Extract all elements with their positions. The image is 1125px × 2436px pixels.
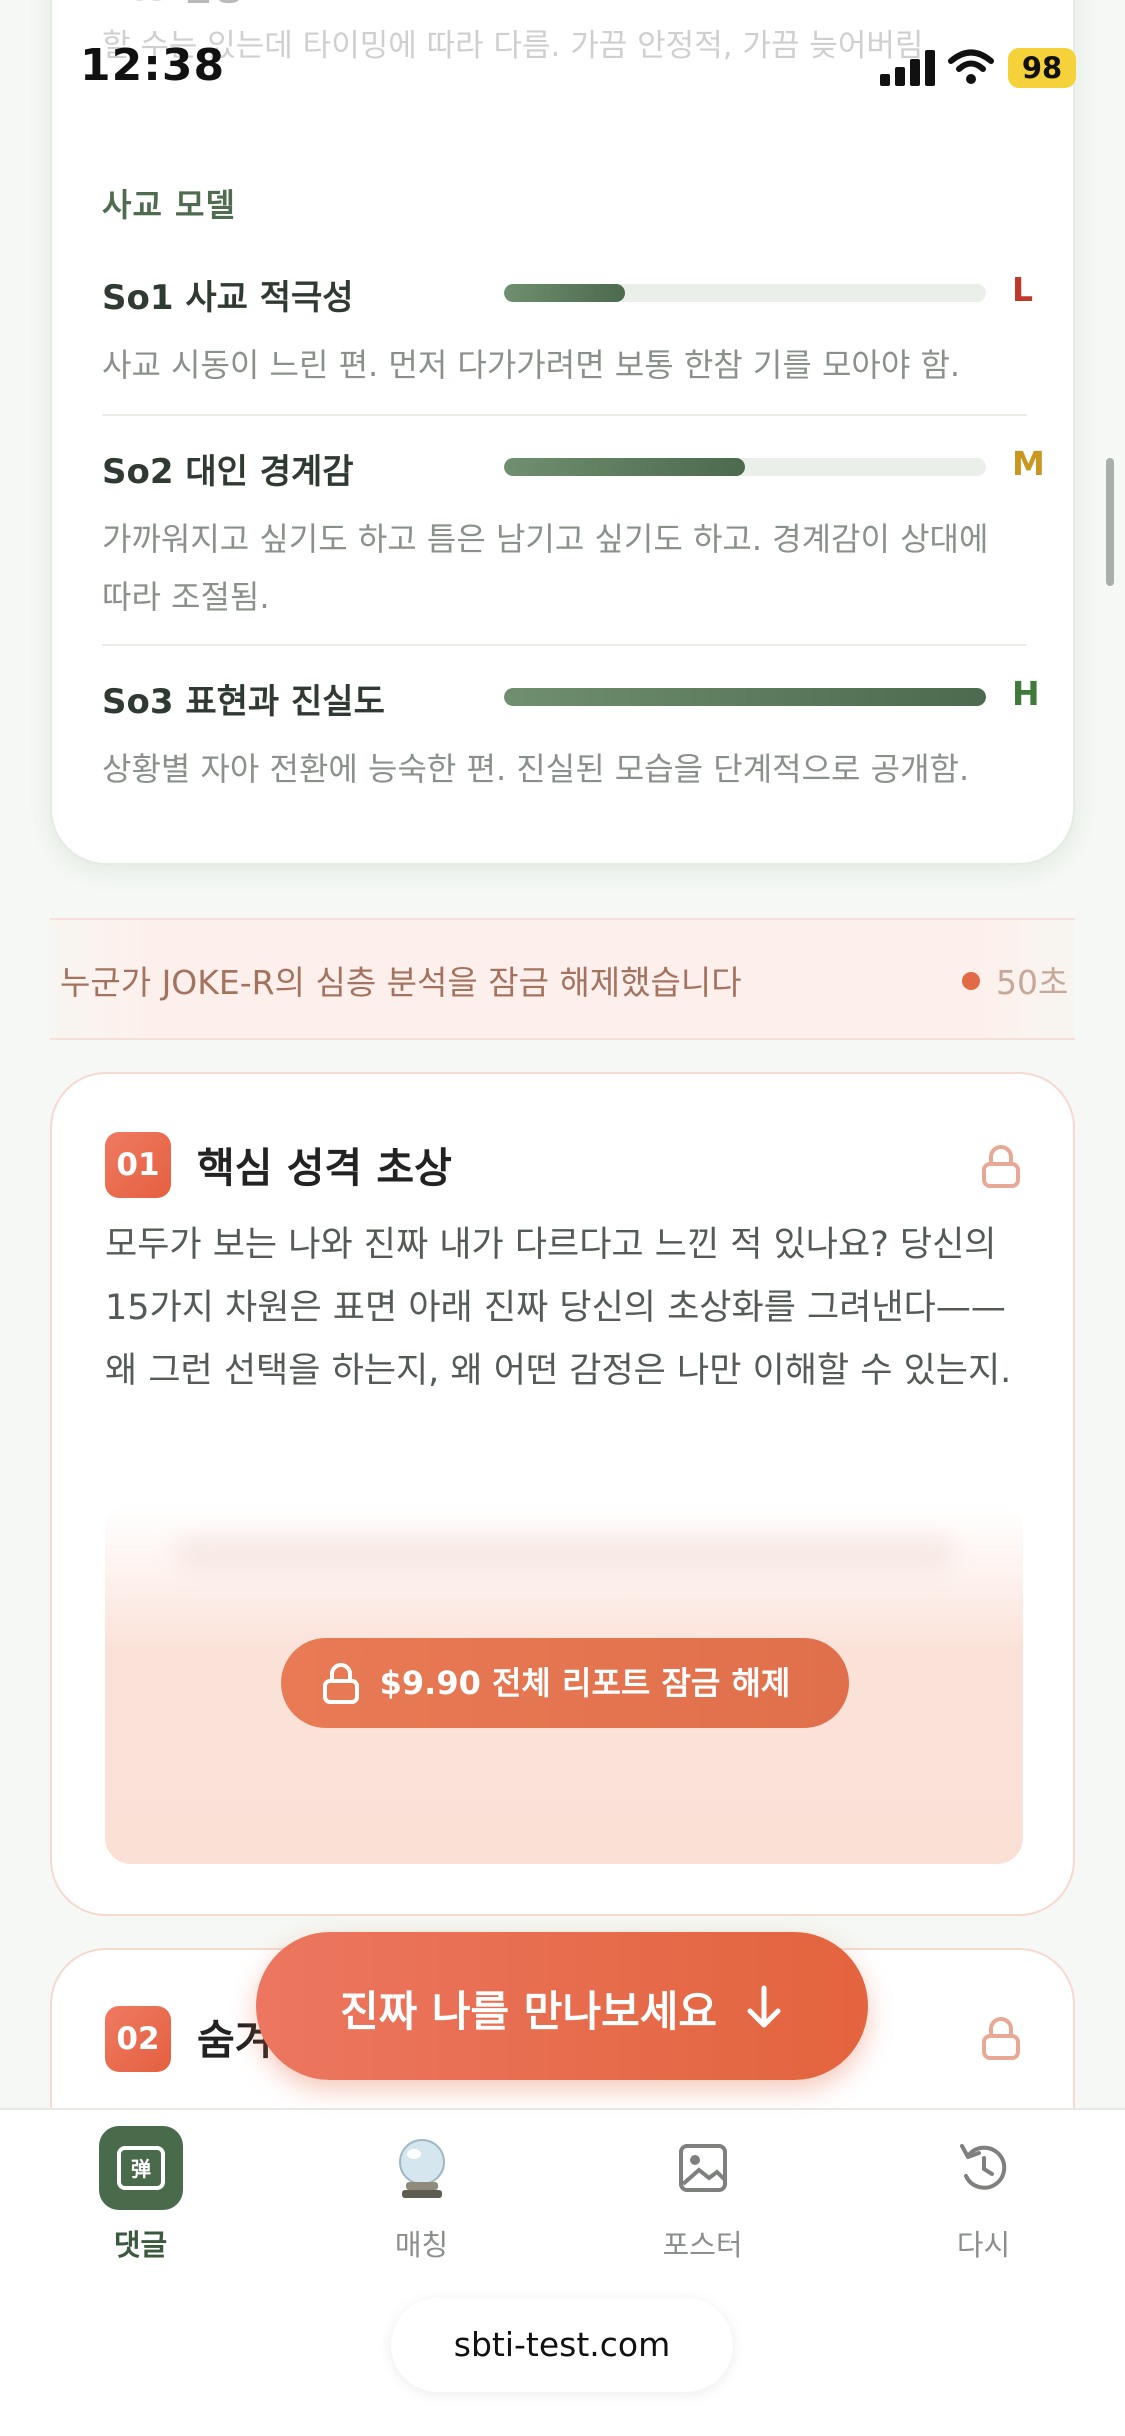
card-title: 핵심 성격 초상	[197, 1144, 452, 1192]
dimension-bar	[504, 688, 986, 706]
ticker-text: 누군가 JOKE-R의 심층 분석을 잠금 해제했습니다	[60, 963, 742, 1002]
meet-real-me-button[interactable]: 진짜 나를 만나보세요	[256, 1932, 868, 2080]
unlock-button-label: $9.90 전체 리포트 잠금 해제	[379, 1664, 791, 1702]
unlock-ticker: 누군가 JOKE-R의 심층 분석을 잠금 해제했습니다 50초	[50, 918, 1075, 1040]
dimension-desc: 가까워지고 싶기도 하고 틈은 남기고 싶기도 하고. 경계감이 상대에 따라 …	[102, 520, 989, 616]
ticker-time: 50초	[996, 963, 1069, 1002]
dimension-bar-fill	[504, 284, 625, 302]
crystal-ball-icon	[380, 2126, 464, 2210]
locked-content-preview: $9.90 전체 리포트 잠금 해제	[105, 1504, 1023, 1864]
retry-icon	[942, 2126, 1026, 2210]
arrow-down-icon	[747, 1985, 781, 2028]
section-title: 사교 모델	[102, 186, 236, 224]
nav-label: 매칭	[394, 2228, 449, 2262]
dimension-bar	[504, 284, 986, 302]
dimension-level: H	[1012, 674, 1040, 713]
cta-label: 진짜 나를 만나보세요	[340, 1987, 718, 2036]
lock-icon	[982, 1145, 1020, 1188]
lock-icon	[982, 2017, 1020, 2060]
dimension-level: L	[1012, 270, 1034, 309]
divider	[102, 414, 1027, 416]
wifi-icon	[948, 49, 994, 84]
unlock-report-button[interactable]: $9.90 전체 리포트 잠금 해제	[281, 1638, 849, 1728]
ticker-dot	[962, 972, 980, 990]
nav-label: 댓글	[113, 2228, 168, 2262]
site-domain[interactable]: sbti-test.com	[391, 2298, 733, 2392]
dimension-name: So2 대인 경계감	[102, 452, 354, 492]
comment-icon: 弹	[99, 2126, 183, 2210]
dimension-desc: 상황별 자아 전환에 능숙한 편. 진실된 모습을 단계적으로 공개함.	[102, 750, 970, 788]
nav-item-matching[interactable]: 매칭	[281, 2110, 562, 2262]
status-bar: 12:38 98	[0, 0, 1125, 130]
dimension-name: So3 표현과 진실도	[102, 682, 385, 722]
dimension-bar-fill	[504, 458, 745, 476]
nav-label: 포스터	[662, 2228, 743, 2262]
section-number-badge: 01	[105, 1132, 171, 1198]
nav-label: 다시	[956, 2228, 1011, 2262]
section-number-badge: 02	[105, 2006, 171, 2072]
card-text: 모두가 보는 나와 진짜 내가 다르다고 느낀 적 있나요? 당신의 15가지 …	[105, 1225, 1012, 1391]
dimension-bar-fill	[504, 688, 986, 706]
dimension-desc: 사교 시동이 느린 편. 먼저 다가가려면 보통 한참 기를 모아야 함.	[102, 346, 961, 384]
nav-item-comments[interactable]: 弹 댓글	[0, 2110, 281, 2262]
dimension-bar	[504, 458, 986, 476]
image-icon	[661, 2126, 745, 2210]
nav-item-poster[interactable]: 포스터	[562, 2110, 843, 2262]
dimension-name: So1 사교 적극성	[102, 278, 354, 318]
nav-item-retry[interactable]: 다시	[843, 2110, 1124, 2262]
divider	[102, 644, 1027, 646]
dimension-level: M	[1012, 444, 1045, 483]
blurred-line	[175, 1534, 955, 1570]
comment-icon-glyph: 弹	[131, 2157, 151, 2181]
lock-icon	[323, 1663, 359, 1704]
status-time: 12:38	[80, 40, 226, 91]
cellular-signal-icon	[880, 50, 935, 86]
scrollbar[interactable]	[1106, 458, 1114, 586]
report-card-01: 01 핵심 성격 초상 모두가 보는 나와 진짜 내가 다르다고 느낀 적 있나…	[50, 1072, 1075, 1916]
battery-indicator: 98	[1008, 48, 1076, 88]
